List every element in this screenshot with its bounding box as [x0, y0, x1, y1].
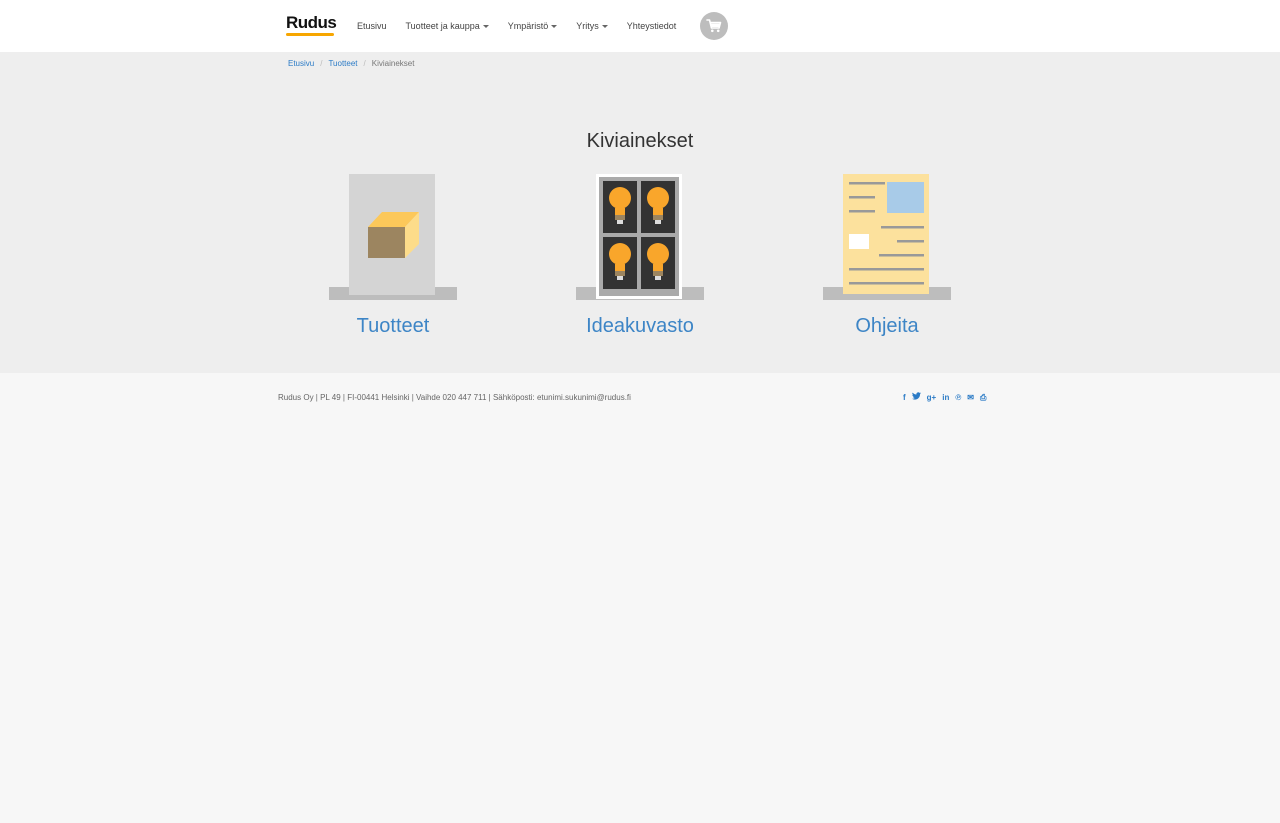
breadcrumb-separator: /	[320, 59, 323, 68]
nav-item-label: Etusivu	[357, 21, 387, 31]
breadcrumb: Etusivu / Tuotteet / Kiviainekset	[288, 59, 414, 68]
tile-ohjeita[interactable]: Ohjeita	[823, 172, 951, 337]
caret-down-icon	[551, 24, 558, 28]
pinterest-icon[interactable]: ℗	[955, 393, 961, 403]
linkedin-icon[interactable]: in	[942, 393, 949, 403]
caret-down-icon	[482, 24, 489, 28]
breadcrumb-link-etusivu[interactable]: Etusivu	[288, 59, 314, 68]
logo-text: Rudus	[286, 13, 337, 32]
breadcrumb-current: Kiviainekset	[371, 59, 415, 68]
tile-ideakuvasto[interactable]: Ideakuvasto	[576, 172, 704, 337]
print-icon[interactable]: ⎙	[980, 393, 986, 403]
rudus-logo[interactable]: Rudus	[286, 13, 337, 36]
idea-gallery-icon	[576, 172, 704, 300]
tile-label: Ideakuvasto	[586, 315, 694, 337]
cart-button[interactable]	[700, 12, 728, 40]
product-box-icon	[329, 172, 457, 300]
footer-contact-info: Rudus Oy | PL 49 | FI-00441 Helsinki | V…	[278, 393, 631, 402]
nav-item-label: Ympäristö	[507, 21, 549, 31]
main-nav: Etusivu Tuotteet ja kauppa Ympäristö Yri…	[357, 0, 695, 52]
hero-section: Etusivu / Tuotteet / Kiviainekset Kiviai…	[0, 52, 1280, 373]
google-plus-icon[interactable]: g+	[927, 393, 937, 403]
breadcrumb-separator: /	[363, 59, 366, 68]
email-icon[interactable]: ✉	[967, 393, 974, 403]
shopping-cart-icon	[706, 19, 722, 33]
social-share-bar: f g+ in ℗ ✉ ⎙	[903, 392, 992, 403]
nav-item-yritys[interactable]: Yritys	[576, 21, 608, 31]
nav-item-tuotteet-ja-kauppa[interactable]: Tuotteet ja kauppa	[406, 21, 489, 31]
twitter-icon[interactable]	[911, 392, 921, 403]
top-navbar: Rudus Etusivu Tuotteet ja kauppa Ympäris…	[0, 0, 1280, 52]
nav-item-label: Yhteystiedot	[626, 21, 677, 31]
nav-item-label: Tuotteet ja kauppa	[405, 21, 480, 31]
nav-item-ymparisto[interactable]: Ympäristö	[508, 21, 558, 31]
page-title: Kiviainekset	[586, 130, 694, 152]
nav-item-yhteystiedot[interactable]: Yhteystiedot	[627, 21, 677, 31]
facebook-icon[interactable]: f	[903, 393, 906, 403]
tile-label: Tuotteet	[356, 315, 430, 337]
tile-label: Ohjeita	[855, 315, 919, 337]
logo-underline	[286, 33, 334, 36]
nav-item-label: Yritys	[576, 21, 599, 31]
nav-item-etusivu[interactable]: Etusivu	[357, 21, 387, 31]
breadcrumb-link-tuotteet[interactable]: Tuotteet	[328, 59, 357, 68]
tile-tuotteet[interactable]: Tuotteet	[329, 172, 457, 337]
caret-down-icon	[601, 24, 608, 28]
instructions-document-icon	[823, 172, 951, 300]
